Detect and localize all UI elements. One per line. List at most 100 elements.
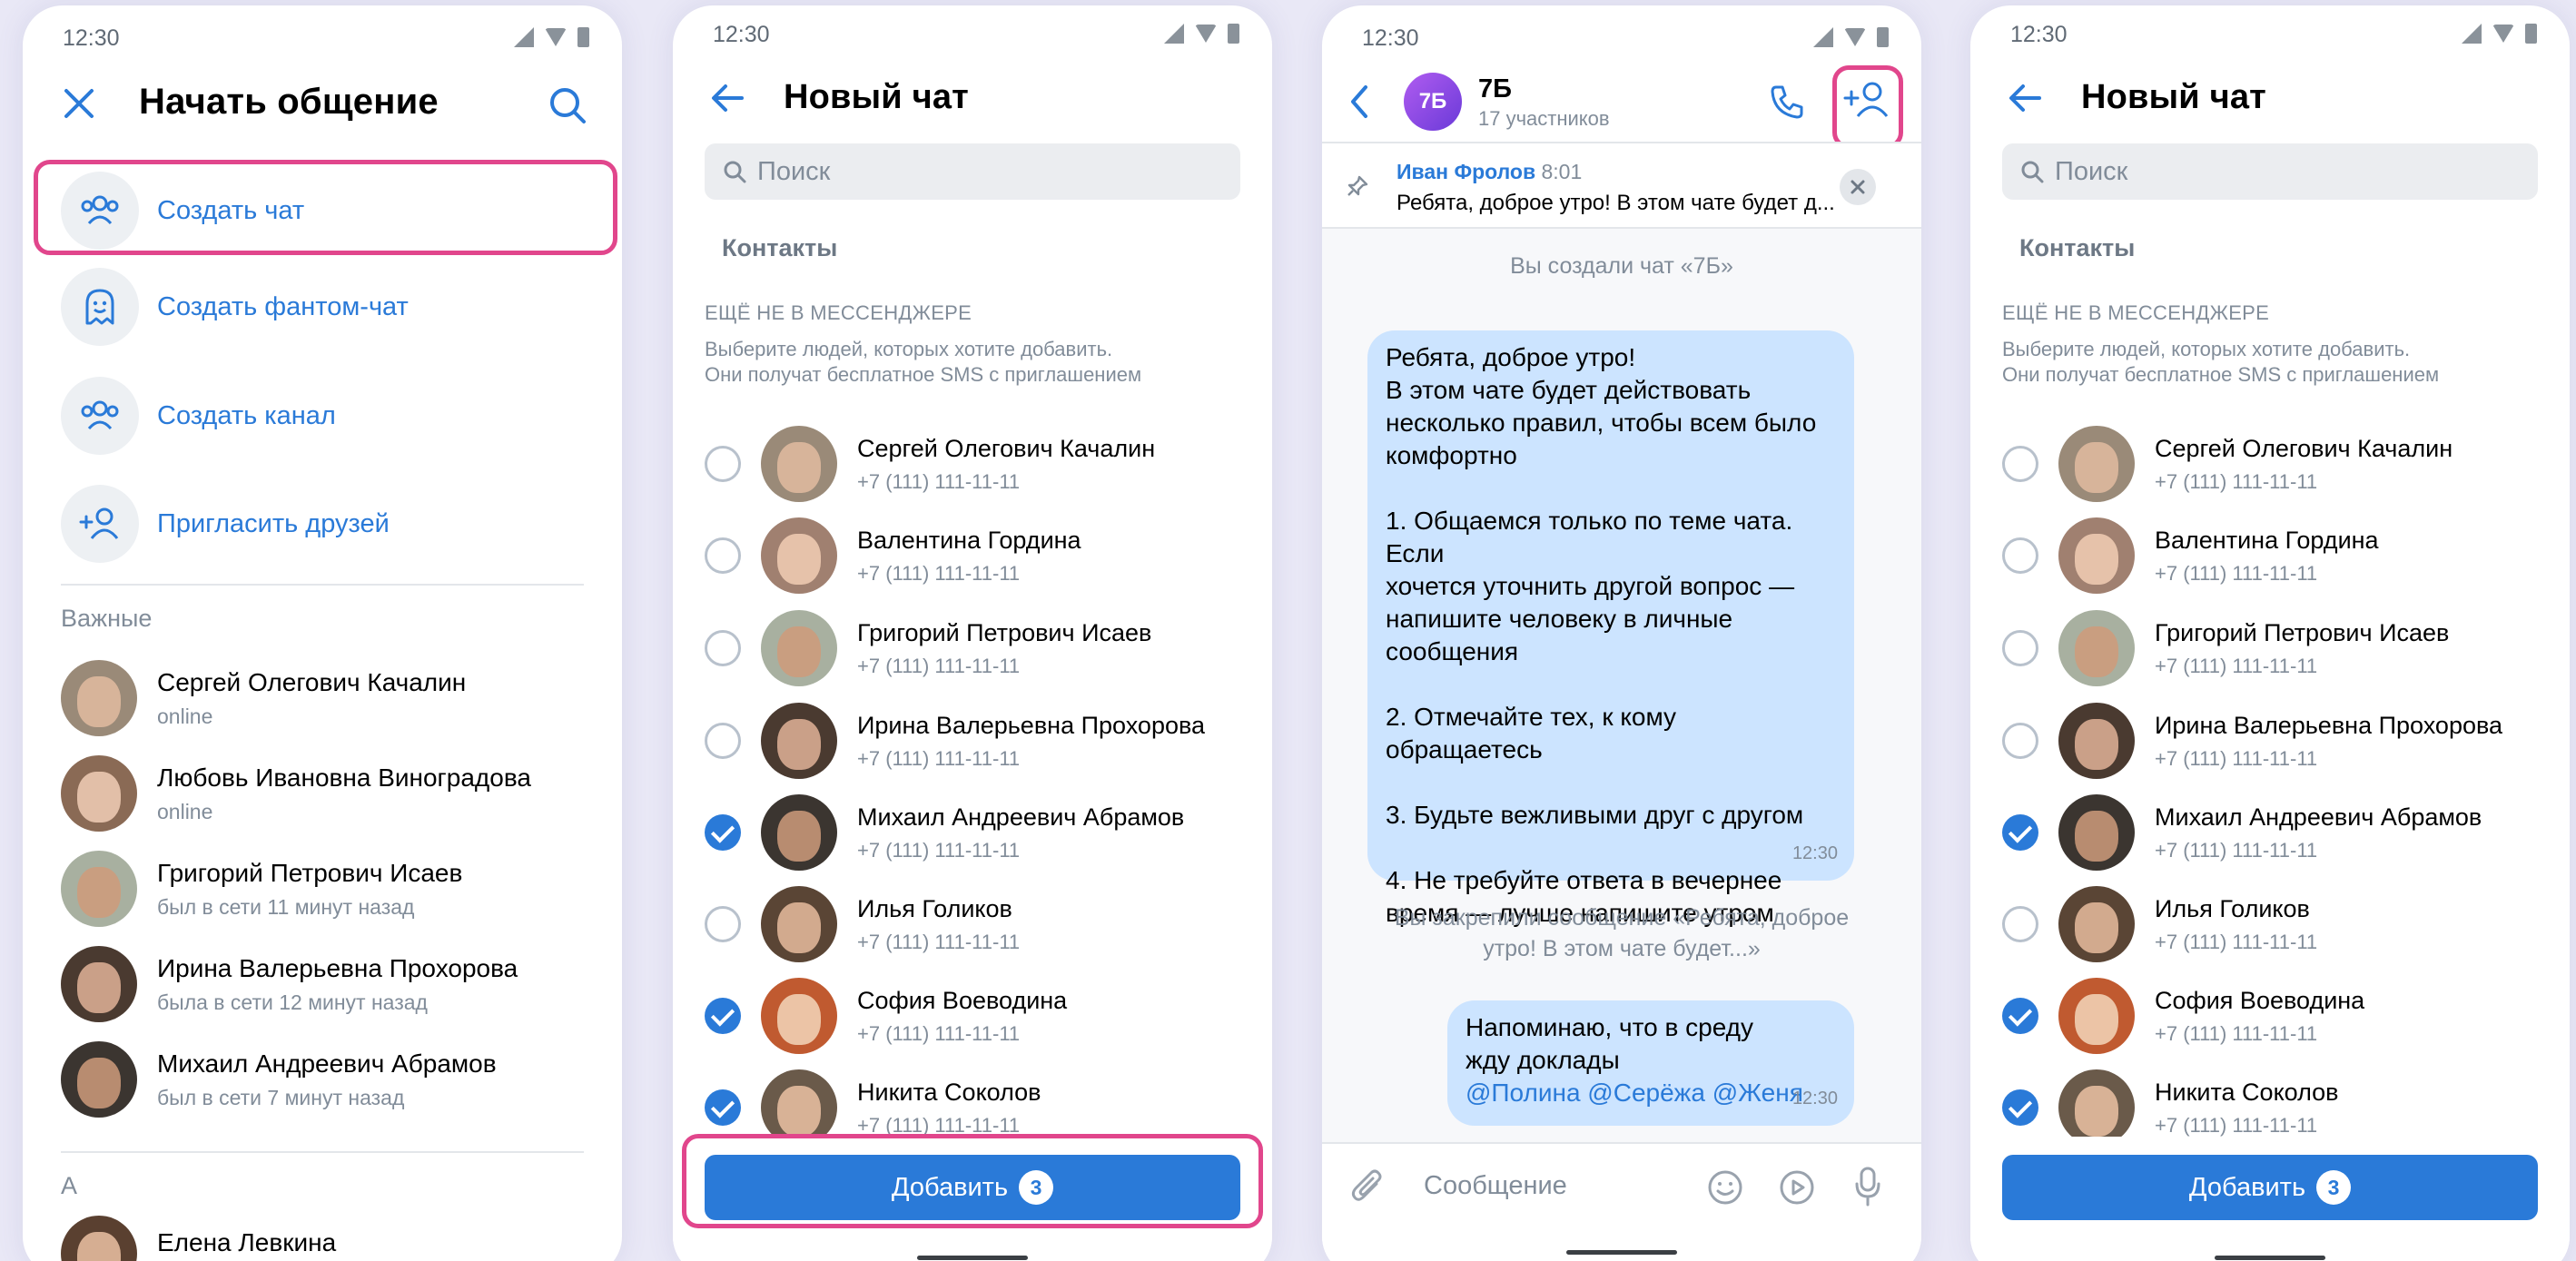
attach-icon[interactable] [1349, 1167, 1386, 1207]
contact-row[interactable]: Илья Голиков +7 (111) 111-11-11 [2002, 883, 2551, 965]
checkbox[interactable] [2002, 906, 2038, 942]
contact-name: Никита Соколов [857, 1078, 1041, 1106]
close-icon[interactable] [61, 85, 97, 122]
checkbox-checked[interactable] [705, 814, 741, 851]
list-item[interactable]: Любовь Ивановна Виноградова online [61, 753, 604, 834]
pinned-message-bar[interactable]: Иван Фролов 8:01 Ребята, доброе утро! В … [1322, 142, 1921, 229]
status-bar: 12:30 [63, 25, 589, 53]
signal-icon [2462, 24, 2482, 44]
wifi-icon [545, 28, 567, 46]
contact-phone: +7 (111) 111-11-11 [857, 561, 1021, 585]
checkbox-checked[interactable] [2002, 998, 2038, 1034]
avatar [761, 978, 837, 1054]
close-icon[interactable] [1840, 169, 1876, 205]
list-item[interactable]: Михаил Андреевич Абрамов был в сети 7 мин… [61, 1039, 604, 1120]
system-message: Вы закрепили сообщение «Ребята, доброе ут… [1358, 902, 1885, 964]
contact-row[interactable]: Валентина Гордина +7 (111) 111-11-11 [2002, 515, 2551, 596]
checkbox[interactable] [2002, 630, 2038, 666]
checkbox-checked[interactable] [2002, 1089, 2038, 1126]
contact-row[interactable]: София Воеводина +7 (111) 111-11-11 [2002, 975, 2551, 1057]
search-input[interactable]: Поиск [705, 143, 1240, 200]
checkbox[interactable] [705, 446, 741, 482]
battery-icon [577, 27, 589, 47]
checkbox[interactable] [705, 906, 741, 942]
tab-contacts[interactable]: Контакты [2019, 234, 2135, 262]
search-input[interactable]: Поиск [2002, 143, 2538, 200]
page-title: Новый чат [784, 78, 969, 116]
checkbox-checked[interactable] [2002, 814, 2038, 851]
avatar [2058, 610, 2135, 686]
contact-name: Сергей Олегович Качалин [157, 667, 467, 696]
contact-row[interactable]: Григорий Петрович Исаев +7 (111) 111-11-1… [2002, 607, 2551, 689]
contact-phone: +7 (111) 111-11-11 [2155, 469, 2318, 493]
message-input[interactable]: Сообщение [1424, 1171, 1567, 1201]
contact-row[interactable]: Михаил Андреевич Абрамов +7 (111) 111-11-… [2002, 792, 2551, 873]
mentions[interactable]: @Полина @Серёжа @Женя [1466, 1077, 1836, 1109]
contact-row[interactable]: Никита Соколов +7 (111) 111-11-11 [2002, 1067, 2551, 1137]
contact-row[interactable]: Ирина Валерьевна Прохорова +7 (111) 111-1… [2002, 700, 2551, 782]
chat-avatar[interactable]: 7Б [1404, 73, 1462, 131]
contact-status: был в сети 11 минут назад [157, 894, 415, 919]
microphone-icon[interactable] [1854, 1166, 1881, 1207]
checkbox[interactable] [705, 723, 741, 759]
contact-row[interactable]: Сергей Олегович Качалин +7 (111) 111-11-1… [2002, 423, 2551, 505]
contact-name: Любовь Ивановна Виноградова [157, 763, 531, 792]
pinned-text: Ребята, доброе утро! В этом чате будет д… [1397, 191, 1835, 215]
contact-row[interactable]: Григорий Петрович Исаев +7 (111) 111-11-1… [705, 607, 1254, 689]
home-indicator [1566, 1250, 1677, 1255]
contact-row[interactable]: Михаил Андреевич Абрамов +7 (111) 111-11-… [705, 792, 1254, 873]
checkbox[interactable] [2002, 537, 2038, 574]
contact-row[interactable]: Сергей Олегович Качалин +7 (111) 111-11-1… [705, 423, 1254, 505]
checkbox[interactable] [2002, 723, 2038, 759]
contact-row[interactable]: Илья Голиков +7 (111) 111-11-11 [705, 883, 1254, 965]
status-time: 12:30 [713, 22, 770, 47]
message-time: 12:30 [1791, 843, 1838, 863]
add-button[interactable]: Добавить 3 [2002, 1155, 2538, 1220]
checkbox[interactable] [2002, 446, 2038, 482]
create-phantom-chat-button[interactable]: Создать фантом-чат [61, 268, 584, 346]
emoji-icon[interactable] [1707, 1169, 1743, 1206]
back-arrow-icon[interactable] [709, 82, 745, 114]
back-chevron-icon[interactable] [1347, 84, 1369, 120]
contact-phone: +7 (111) 111-11-11 [857, 654, 1021, 677]
message-line: сообщения [1386, 637, 1519, 665]
hint-text: Выберите людей, которых хотите добавить.… [2002, 337, 2547, 388]
status-bar: 12:30 [2010, 22, 2537, 49]
list-item[interactable]: Елена Левкина [61, 1213, 604, 1261]
battery-icon [1877, 27, 1889, 47]
create-channel-button[interactable]: Создать канал [61, 377, 584, 455]
avatar [761, 517, 837, 594]
message-bubble[interactable]: Напоминаю, что в среду жду доклады @Поли… [1447, 1000, 1854, 1126]
avatar [61, 755, 137, 832]
avatar [61, 851, 137, 927]
message-time: 12:30 [1791, 1089, 1838, 1108]
search-icon[interactable] [548, 85, 587, 125]
checkbox-checked[interactable] [705, 1089, 741, 1126]
video-message-icon[interactable] [1779, 1169, 1815, 1206]
invite-friends-button[interactable]: Пригласить друзей [61, 485, 584, 563]
list-item[interactable]: Григорий Петрович Исаев был в сети 11 мин… [61, 848, 604, 930]
back-arrow-icon[interactable] [2007, 82, 2043, 114]
list-item[interactable]: Ирина Валерьевна Прохорова была в сети 12… [61, 943, 604, 1025]
checkbox-checked[interactable] [705, 998, 741, 1034]
checkbox[interactable] [705, 630, 741, 666]
message-line [1386, 472, 1836, 505]
tab-contacts[interactable]: Контакты [722, 234, 837, 262]
contact-name: Валентина Гордина [857, 526, 1081, 554]
menu-label: Создать канал [157, 400, 336, 430]
avatar [761, 1069, 837, 1137]
search-icon [723, 160, 746, 183]
avatar [61, 1216, 137, 1261]
contact-row[interactable]: Никита Соколов +7 (111) 111-11-11 [705, 1067, 1254, 1137]
contact-status: online [157, 799, 213, 823]
hint-text: Выберите людей, которых хотите добавить.… [705, 337, 1249, 388]
contact-name: Ирина Валерьевна Прохорова [857, 711, 1206, 739]
contact-row[interactable]: София Воеводина +7 (111) 111-11-11 [705, 975, 1254, 1057]
contact-row[interactable]: Валентина Гордина +7 (111) 111-11-11 [705, 515, 1254, 596]
message-bubble[interactable]: Ребята, доброе утро! В этом чате будет де… [1367, 330, 1854, 927]
contact-phone: +7 (111) 111-11-11 [857, 746, 1021, 770]
list-item[interactable]: Сергей Олегович Качалин online [61, 657, 604, 739]
checkbox[interactable] [705, 537, 741, 574]
contact-row[interactable]: Ирина Валерьевна Прохорова +7 (111) 111-1… [705, 700, 1254, 782]
phone-icon[interactable] [1769, 84, 1805, 120]
